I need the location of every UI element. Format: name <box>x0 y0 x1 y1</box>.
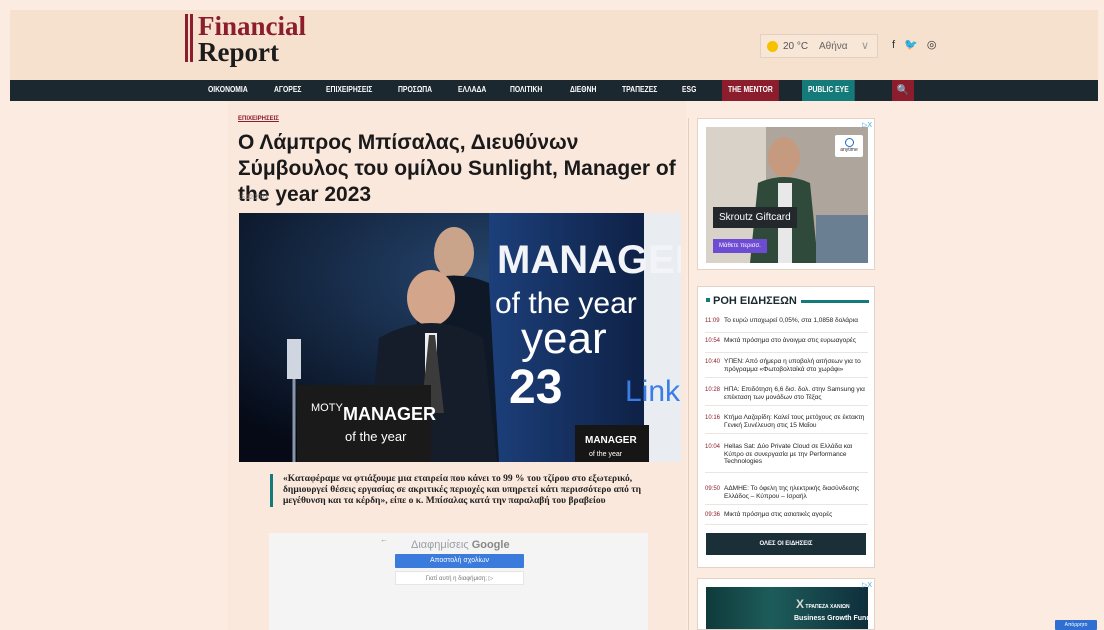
sidebar-ad-skroutz[interactable]: anytime Skroutz Giftcard Μάθετε περισσ. … <box>697 118 875 270</box>
google-ad-placeholder: ← Διαφημίσεις Google Αποστολή σχολίων Γι… <box>269 533 648 630</box>
news-item[interactable]: 10:28 ΗΠΑ: Επιδότηση 6,6 δισ. δολ. στην S… <box>705 386 868 406</box>
all-news-button[interactable]: ΟΛΕΣ ΟΙ ΕΙΔΗΣΕΙΣ <box>706 533 866 555</box>
search-icon[interactable]: 🔍 <box>892 80 914 101</box>
news-feed: ΡΟΗ ΕΙΔΗΣΕΩΝ 11:09 Το ευρώ υποχωρεί 0,05%… <box>697 286 875 568</box>
news-headline: Μικτά πρόσημα στις ασιατικές αγορές <box>724 511 833 518</box>
heading-rule <box>801 300 869 303</box>
hero-manager-text: MANAGER <box>497 238 681 282</box>
google-ads-prefix: Διαφημίσεις <box>411 539 469 551</box>
bank-x-mark: X <box>796 597 805 611</box>
news-time: 11:09 <box>705 318 720 324</box>
article-date: 15.12.2023 <box>238 195 269 201</box>
podium2-manager: MANAGER <box>585 435 637 446</box>
ad-choices-icon[interactable]: ▷X <box>862 121 872 129</box>
heading-square-icon <box>706 298 710 302</box>
nav-item-diethni[interactable]: ΔΙΕΘΝΗ <box>570 85 596 94</box>
news-time: 10:04 <box>705 444 721 450</box>
back-arrow-icon[interactable]: ← <box>380 535 388 544</box>
hero-year-text: year <box>521 314 607 363</box>
podium-of-the-year: of the year <box>345 429 407 444</box>
instagram-icon[interactable]: ◎ <box>927 39 940 51</box>
news-headline: Μικτά πρόσημα στο άνοιγμα στις ευρωαγορέ… <box>724 337 856 344</box>
news-item[interactable]: 09:50 ΑΔΜΗΕ: Το όφελη της ηλεκτρικής διασ… <box>705 485 868 505</box>
anytime-logo: anytime <box>835 135 863 157</box>
news-time: 10:54 <box>705 338 721 344</box>
bank-logo: X ΤΡΑΠΕΖΑ ΧΑΝΙΩΝ <box>796 597 850 611</box>
news-item[interactable]: 10:04 Hellas Sat: Δύο Private Cloud σε Ελ… <box>705 443 868 473</box>
news-item[interactable]: 10:40 ΥΠΕΝ: Από σήμερα η υποβολή αιτήσεων… <box>705 358 868 378</box>
news-headline: Hellas Sat: Δύο Private Cloud σε Ελλάδα … <box>724 443 853 465</box>
social-links: f 🐦 ◎ <box>892 38 940 51</box>
ad-image: anytime Skroutz Giftcard Μάθετε περισσ. <box>706 127 868 263</box>
news-item[interactable]: 10:54 Μικτά πρόσημα στο άνοιγμα στις ευρω… <box>705 337 868 353</box>
sidebar-divider <box>688 118 689 630</box>
hero-number-text: 23 <box>509 361 562 414</box>
article-quote: «Καταφέραμε να φτιάξουμε μια εταιρεία πο… <box>270 474 650 507</box>
nav-item-epixeiriseis[interactable]: ΕΠΙΧΕΙΡΗΣΕΙΣ <box>326 85 372 94</box>
send-feedback-button[interactable]: Αποστολή σχολίων <box>395 554 524 568</box>
background-speaker <box>434 227 474 279</box>
news-headline: ΥΠΕΝ: Από σήμερα η υποβολή αιτήσεων για … <box>724 358 861 373</box>
news-headline: ΗΠΑ: Επιδότηση 6,6 δισ. δολ. στην Samsun… <box>724 386 865 401</box>
twitter-icon[interactable]: 🐦 <box>904 39 921 51</box>
bank-name: ΤΡΑΠΕΖΑ ΧΑΝΙΩΝ <box>805 604 850 610</box>
nav-item-public-eye[interactable]: PUBLIC EYE <box>802 80 855 101</box>
news-time: 10:40 <box>705 359 721 365</box>
news-time: 09:36 <box>705 512 721 518</box>
ad-title: Skroutz Giftcard <box>713 207 797 228</box>
nav-item-agores[interactable]: ΑΓΟΡΕΣ <box>274 85 301 94</box>
google-ads-brand: Google <box>471 539 510 551</box>
podium-moty: MOTY <box>311 402 343 414</box>
news-feed-heading-text: ΡΟΗ ΕΙΔΗΣΕΩΝ <box>713 295 797 307</box>
logo-text-financial: Financial <box>198 11 307 41</box>
main-navigation: ΟΙΚΟΝΟΜΙΑ ΑΓΟΡΕΣ ΕΠΙΧΕΙΡΗΣΕΙΣ ΠΡΟΣΩΠΑ ΕΛ… <box>10 80 1098 101</box>
weather-temperature: 20 °C <box>783 41 809 52</box>
privacy-button[interactable]: Απόρρητο <box>1055 620 1097 630</box>
ad-choices-icon[interactable]: ▷X <box>862 581 872 589</box>
nav-item-oikonomia[interactable]: ΟΙΚΟΝΟΜΙΑ <box>208 85 248 94</box>
ad-title: Business Growth Fund <box>794 615 871 622</box>
ad-cta-button[interactable]: Μάθετε περισσ. <box>713 239 767 253</box>
sidebar-ad-chania-bank[interactable]: X ΤΡΑΠΕΖΑ ΧΑΝΙΩΝ Business Growth Fund ▷X <box>697 578 875 630</box>
nav-item-politiki[interactable]: ΠΟΛΙΤΙΚΗ <box>510 85 542 94</box>
news-headline: ΑΔΜΗΕ: Το όφελη της ηλεκτρικής διασύνδεσ… <box>724 485 860 500</box>
news-item[interactable]: 09:36 Μικτά πρόσημα στις ασιατικές αγορές <box>705 511 868 525</box>
why-this-ad-button[interactable]: Γιατί αυτή η διαφήμιση; ▷ <box>395 571 524 585</box>
weather-select[interactable]: 20 °C Αθήνα ∨ <box>760 34 878 58</box>
weather-city: Αθήνα <box>819 41 848 52</box>
nav-item-the-mentor[interactable]: THE MENTOR <box>722 80 779 101</box>
logo-text-report: Report <box>198 37 279 67</box>
nav-item-prosopa[interactable]: ΠΡΟΣΩΠΑ <box>398 85 432 94</box>
news-time: 10:28 <box>705 387 721 393</box>
nav-item-ellada[interactable]: ΕΛΛΑΔΑ <box>458 85 486 94</box>
logo-bar <box>185 14 188 62</box>
podium2-year: of the year <box>589 451 623 458</box>
google-ads-title: Διαφημίσεις Google <box>411 539 510 551</box>
hero-link-text: Link <box>625 375 681 408</box>
sun-icon <box>767 41 778 52</box>
podium-manager: MANAGER <box>343 404 436 424</box>
nav-item-esg[interactable]: ESG <box>682 85 696 94</box>
logo-bar <box>190 14 193 62</box>
news-time: 10:16 <box>705 415 721 421</box>
news-feed-heading: ΡΟΗ ΕΙΔΗΣΕΩΝ <box>706 295 869 307</box>
facebook-icon[interactable]: f <box>892 39 898 51</box>
article-category[interactable]: ΕΠΙΧΕΙΡΗΣΕΙΣ <box>238 116 279 122</box>
main-speaker <box>407 270 455 326</box>
news-item[interactable]: 11:09 Το ευρώ υποχωρεί 0,05%, στα 1,0858 … <box>705 317 868 333</box>
article-hero-image: MANAGER of the year year 23 Link MOTY MA… <box>239 213 681 462</box>
news-item[interactable]: 10:16 Κτήμα Λαζαρίδη: Καλεί τους μετόχους… <box>705 414 868 434</box>
news-headline: Κτήμα Λαζαρίδη: Καλεί τους μετόχους σε έ… <box>724 414 865 429</box>
news-time: 09:50 <box>705 486 721 492</box>
article-title: Ο Λάμπρος Μπίσαλας, Διευθύνων Σύμβουλος … <box>238 131 676 206</box>
nav-item-trapezes[interactable]: ΤΡΑΠΕΖΕΣ <box>622 85 657 94</box>
chevron-down-icon: ∨ <box>861 40 870 52</box>
news-headline: Το ευρώ υποχωρεί 0,05%, στα 1,0858 δολάρ… <box>724 317 858 324</box>
